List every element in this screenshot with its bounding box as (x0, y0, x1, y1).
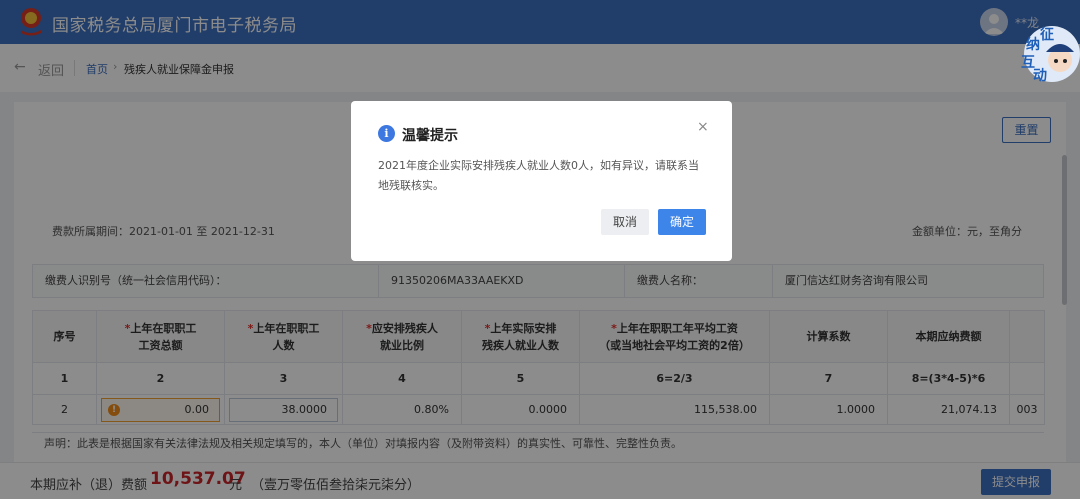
dialog-message: 2021年度企业实际安排残疾人就业人数0人，如有异议，请联系当地残联核实。 (378, 159, 699, 192)
confirm-button[interactable]: 确定 (658, 209, 706, 235)
cancel-button[interactable]: 取消 (601, 209, 649, 235)
mascot-char: 征 (1040, 26, 1054, 43)
mascot-char: 动 (1033, 67, 1047, 84)
info-icon: i (378, 125, 395, 142)
mascot-badge-icon[interactable]: 征 纳 互 动 (1016, 22, 1080, 86)
tip-dialog: i 温馨提示 × 2021年度企业实际安排残疾人就业人数0人，如有异议，请联系当… (351, 101, 732, 261)
dialog-title: 温馨提示 (402, 128, 458, 144)
mascot-char: 纳 (1026, 36, 1040, 53)
close-icon[interactable]: × (697, 119, 709, 135)
